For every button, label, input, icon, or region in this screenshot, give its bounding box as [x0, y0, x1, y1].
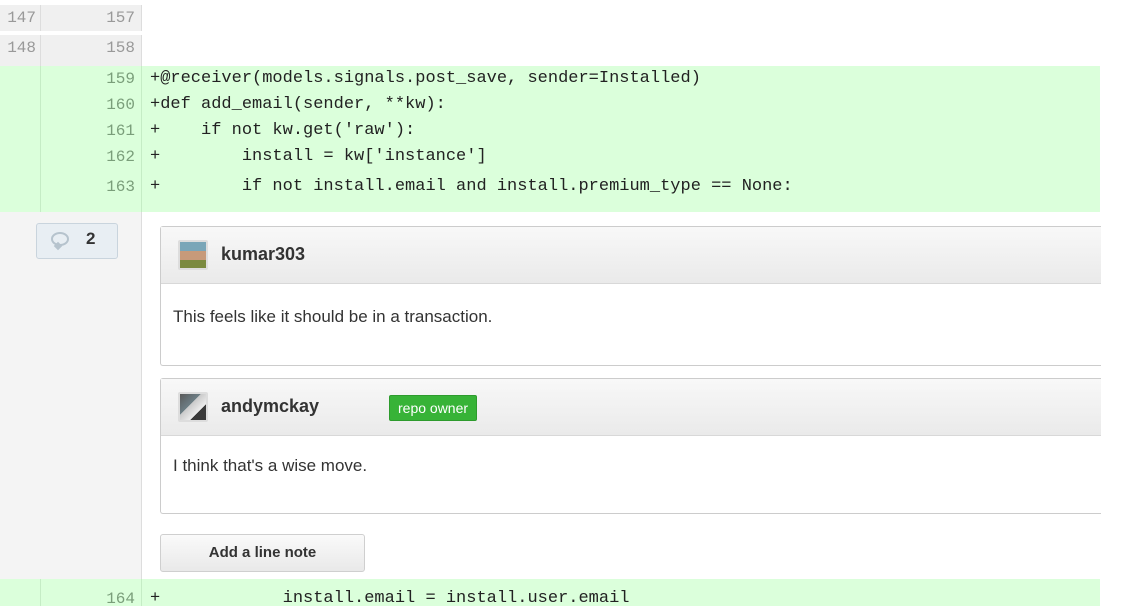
- diff-line-added: 162 + install = kw['instance']: [0, 144, 1100, 170]
- code-text: + install = kw['instance']: [150, 147, 487, 166]
- comment-header: andymckay repo owner: [161, 379, 1101, 436]
- new-line-number[interactable]: 160: [78, 92, 135, 118]
- new-line-number[interactable]: 162: [78, 144, 135, 170]
- comment: andymckay repo owner I think that's a wi…: [160, 378, 1101, 514]
- code-text: + if not install.email and install.premi…: [150, 177, 793, 196]
- new-line-number[interactable]: 158: [78, 35, 135, 66]
- diff-line-added: 164 + install.email = install.user.email: [0, 579, 1100, 608]
- old-line-number[interactable]: [0, 586, 36, 613]
- old-line-number[interactable]: [0, 92, 36, 118]
- diff-line-added: 159 +@receiver(models.signals.post_save,…: [0, 66, 1100, 92]
- diff-line-added: 160 +def add_email(sender, **kw):: [0, 92, 1100, 118]
- old-line-number[interactable]: 147: [0, 5, 36, 31]
- old-line-number[interactable]: [0, 174, 36, 216]
- new-line-number[interactable]: 161: [78, 118, 135, 144]
- comment-body: This feels like it should be in a transa…: [173, 307, 493, 326]
- new-line-number[interactable]: 157: [78, 5, 135, 31]
- code-text: + if not kw.get('raw'):: [150, 121, 416, 140]
- comment-author[interactable]: kumar303: [221, 244, 305, 265]
- old-line-number[interactable]: [0, 66, 36, 92]
- old-line-number[interactable]: 148: [0, 35, 36, 66]
- diff-line: 147 157: [0, 5, 1100, 31]
- speech-bubble-icon: [51, 232, 69, 246]
- avatar[interactable]: [178, 240, 208, 270]
- old-line-number[interactable]: [0, 144, 36, 170]
- code-text: +@receiver(models.signals.post_save, sen…: [150, 69, 701, 88]
- code-text: + install.email = install.user.email: [150, 589, 630, 608]
- new-line-number[interactable]: 164: [78, 586, 135, 613]
- diff-line-added: 163 + if not install.email and install.p…: [0, 170, 1100, 212]
- new-line-number[interactable]: 159: [78, 66, 135, 92]
- repo-owner-badge: repo owner: [389, 395, 478, 421]
- comment: kumar303 This feels like it should be in…: [160, 226, 1101, 366]
- avatar[interactable]: [178, 392, 208, 422]
- add-line-note-button[interactable]: Add a line note: [160, 534, 365, 572]
- comment-header: kumar303: [161, 227, 1101, 284]
- comment-body: I think that's a wise move.: [173, 456, 368, 475]
- comment-author[interactable]: andymckay: [221, 396, 319, 417]
- new-line-number[interactable]: 163: [78, 174, 135, 216]
- code-text: +def add_email(sender, **kw):: [150, 95, 446, 114]
- old-line-number[interactable]: [0, 118, 36, 144]
- diff-line: 148 158: [0, 35, 1100, 66]
- comment-count-badge[interactable]: 2: [36, 223, 118, 259]
- comment-count: 2: [86, 229, 96, 248]
- diff-line-added: 161 + if not kw.get('raw'):: [0, 118, 1100, 144]
- inline-comments-row: 2 kumar303 This feels like it should be …: [0, 212, 1101, 579]
